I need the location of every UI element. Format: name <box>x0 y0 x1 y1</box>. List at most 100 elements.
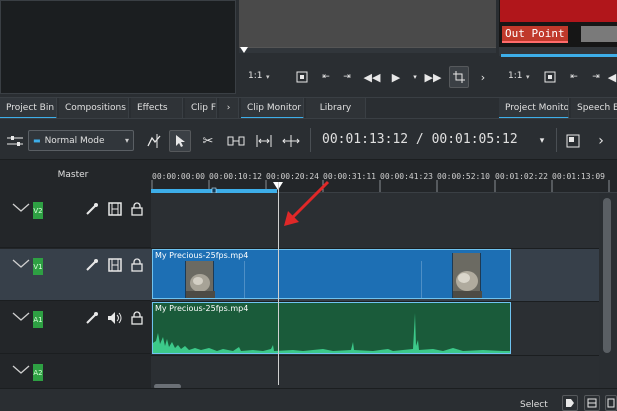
monitor-frame-top <box>500 0 617 22</box>
lock-icon[interactable] <box>129 310 145 326</box>
collapse-chevron-icon[interactable] <box>12 312 30 322</box>
zone-marker-icon <box>240 47 248 53</box>
track-tag-a1[interactable]: A1 <box>33 311 43 328</box>
chevron-right-icon[interactable]: › <box>590 130 612 152</box>
ruler-tick-label: 00:01:13:09 <box>552 172 605 181</box>
chevron-down-icon: ▾ <box>526 73 530 81</box>
lock-icon[interactable] <box>129 201 145 217</box>
track-v2[interactable] <box>151 193 599 249</box>
audio-waveform <box>153 313 510 353</box>
track-header-a2[interactable]: A2 <box>0 355 151 388</box>
collapse-chevron-icon[interactable] <box>12 203 30 213</box>
razor-tool-icon[interactable]: ✂ <box>197 130 219 152</box>
chevron-down-icon[interactable]: ▾ <box>531 130 553 152</box>
clip-monitor-ruler[interactable] <box>239 47 496 53</box>
project-monitor-view[interactable]: Out Point <box>499 0 617 47</box>
tab-effects[interactable]: Effects <box>131 98 183 119</box>
track-v1[interactable]: My Precious-25fps.mp4 <box>151 249 599 302</box>
status-more-icon[interactable] <box>605 395 617 411</box>
chevron-down-icon[interactable]: ▾ <box>407 67 423 87</box>
project-monitor-ruler[interactable] <box>499 47 617 57</box>
speaker-icon[interactable] <box>107 310 123 326</box>
fullscreen-icon[interactable] <box>294 67 310 87</box>
timeline-ruler[interactable]: 00:00:00:00 00:00:10:12 00:00:20:24 00:0… <box>151 160 617 193</box>
film-strip-icon[interactable] <box>107 201 123 217</box>
normal-mode-icon: ▬ <box>33 136 41 145</box>
chevron-down-icon: ▾ <box>124 136 129 145</box>
crop-icon[interactable] <box>449 66 469 88</box>
tab-library[interactable]: Library <box>306 98 366 119</box>
track-header-v2[interactable]: V2 <box>0 193 151 248</box>
clip-monitor-controls: 1:1 ▾ ⇤ ⇥ ◀◀ ▶ ▾ ▶▶ › <box>239 62 496 92</box>
track-header-a1[interactable]: A1 <box>0 302 151 354</box>
set-zone-out-icon[interactable]: ⇥ <box>339 67 355 87</box>
film-strip-icon[interactable] <box>584 395 600 411</box>
ripple-tool-icon[interactable] <box>253 130 275 152</box>
tab-project-monitor[interactable]: Project Monitor <box>499 98 569 119</box>
subtitle-icon[interactable] <box>562 130 584 152</box>
chevron-right-icon[interactable]: › <box>219 98 239 119</box>
clip-monitor: 1:1 ▾ ⇤ ⇥ ◀◀ ▶ ▾ ▶▶ › <box>239 0 496 97</box>
master-track-label[interactable]: Master <box>0 170 146 180</box>
set-zone-out-icon[interactable]: ⇥ <box>588 67 604 87</box>
razor-track-icon[interactable] <box>143 130 165 152</box>
film-strip-icon[interactable] <box>107 257 123 273</box>
ruler-tick-label: 00:00:52:10 <box>437 172 490 181</box>
ruler-tick-label: 00:00:41:23 <box>380 172 433 181</box>
timeline-toolbar: ▬ Normal Mode ▾ ✂ 00:01:13:12 / 00:01:05… <box>0 118 617 160</box>
video-clip[interactable]: My Precious-25fps.mp4 <box>152 249 511 299</box>
forward-icon[interactable]: ▶▶ <box>425 67 442 87</box>
effect-wand-icon[interactable] <box>84 310 100 326</box>
lock-icon[interactable] <box>129 257 145 273</box>
ruler-tick-label: 00:00:00:00 <box>152 172 205 181</box>
project-monitor-controls: 1:1 ▾ ⇤ ⇥ ◀ <box>499 62 617 92</box>
tab-clip-monitor[interactable]: Clip Monitor <box>241 98 304 119</box>
monitor-strip: 1:1 ▾ ⇤ ⇥ ◀◀ ▶ ▾ ▶▶ › Out Point 1:1 ▾ ⇤ … <box>0 0 617 97</box>
rewind-icon[interactable]: ◀ <box>607 67 617 87</box>
rewind-icon[interactable]: ◀◀ <box>364 67 381 87</box>
track-a1[interactable]: My Precious-25fps.mp4 <box>151 302 599 356</box>
clip-frame-divider <box>244 261 245 298</box>
timeline-settings-icon[interactable] <box>4 130 26 152</box>
clip-monitor-view[interactable] <box>239 0 496 47</box>
timeline-timecode: 00:01:13:12 / 00:01:05:12 <box>322 132 518 147</box>
set-zone-in-icon[interactable]: ⇤ <box>318 67 334 87</box>
slip-tool-icon[interactable] <box>280 130 302 152</box>
tag-icon[interactable] <box>562 395 578 411</box>
collapse-chevron-icon[interactable] <box>12 365 30 375</box>
track-tag-v1[interactable]: V1 <box>33 258 43 275</box>
clip-zoom-select[interactable]: 1:1 <box>248 71 278 81</box>
tab-compositions[interactable]: Compositions <box>59 98 129 119</box>
set-zone-in-icon[interactable]: ⇤ <box>566 67 582 87</box>
tab-clip-properties[interactable]: Clip F <box>185 98 217 119</box>
tab-speech-editor[interactable]: Speech Edi <box>571 98 617 119</box>
spacer-tool-icon[interactable] <box>225 130 247 152</box>
collapse-chevron-icon[interactable] <box>12 259 30 269</box>
dock-tab-row: Project Bin Compositions Effects Clip F … <box>0 97 617 119</box>
effect-wand-icon[interactable] <box>84 201 100 217</box>
track-tag-v2[interactable]: V2 <box>33 202 43 219</box>
project-bin-pane[interactable] <box>0 0 236 94</box>
play-icon[interactable]: ▶ <box>388 67 404 87</box>
vertical-scrollbar-thumb[interactable] <box>603 198 611 353</box>
video-clip-title: My Precious-25fps.mp4 <box>155 251 249 260</box>
timeline-tracks[interactable]: My Precious-25fps.mp4 My Precious-25fps.… <box>151 193 599 388</box>
track-a2[interactable] <box>151 356 599 388</box>
edit-mode-select[interactable]: ▬ Normal Mode ▾ <box>28 130 134 151</box>
tab-project-bin[interactable]: Project Bin <box>0 98 57 119</box>
out-point-label: Out Point <box>502 26 568 43</box>
track-tag-a2[interactable]: A2 <box>33 364 43 381</box>
fullscreen-icon[interactable] <box>542 67 558 87</box>
project-ruler-bar <box>501 54 617 57</box>
ruler-tick-label: 00:00:10:12 <box>209 172 262 181</box>
chevron-right-icon[interactable]: › <box>476 67 490 87</box>
chevron-down-icon: ▾ <box>266 73 270 81</box>
monitor-frame-preview <box>581 26 617 42</box>
effect-wand-icon[interactable] <box>84 257 100 273</box>
project-monitor: Out Point 1:1 ▾ ⇤ ⇥ ◀ <box>499 0 617 97</box>
selection-tool-icon[interactable] <box>169 130 191 152</box>
toolbar-separator <box>310 128 311 152</box>
track-header-v1[interactable]: V1 <box>0 249 151 301</box>
project-zoom-select[interactable]: 1:1 <box>508 71 538 81</box>
audio-clip[interactable]: My Precious-25fps.mp4 <box>152 302 511 354</box>
